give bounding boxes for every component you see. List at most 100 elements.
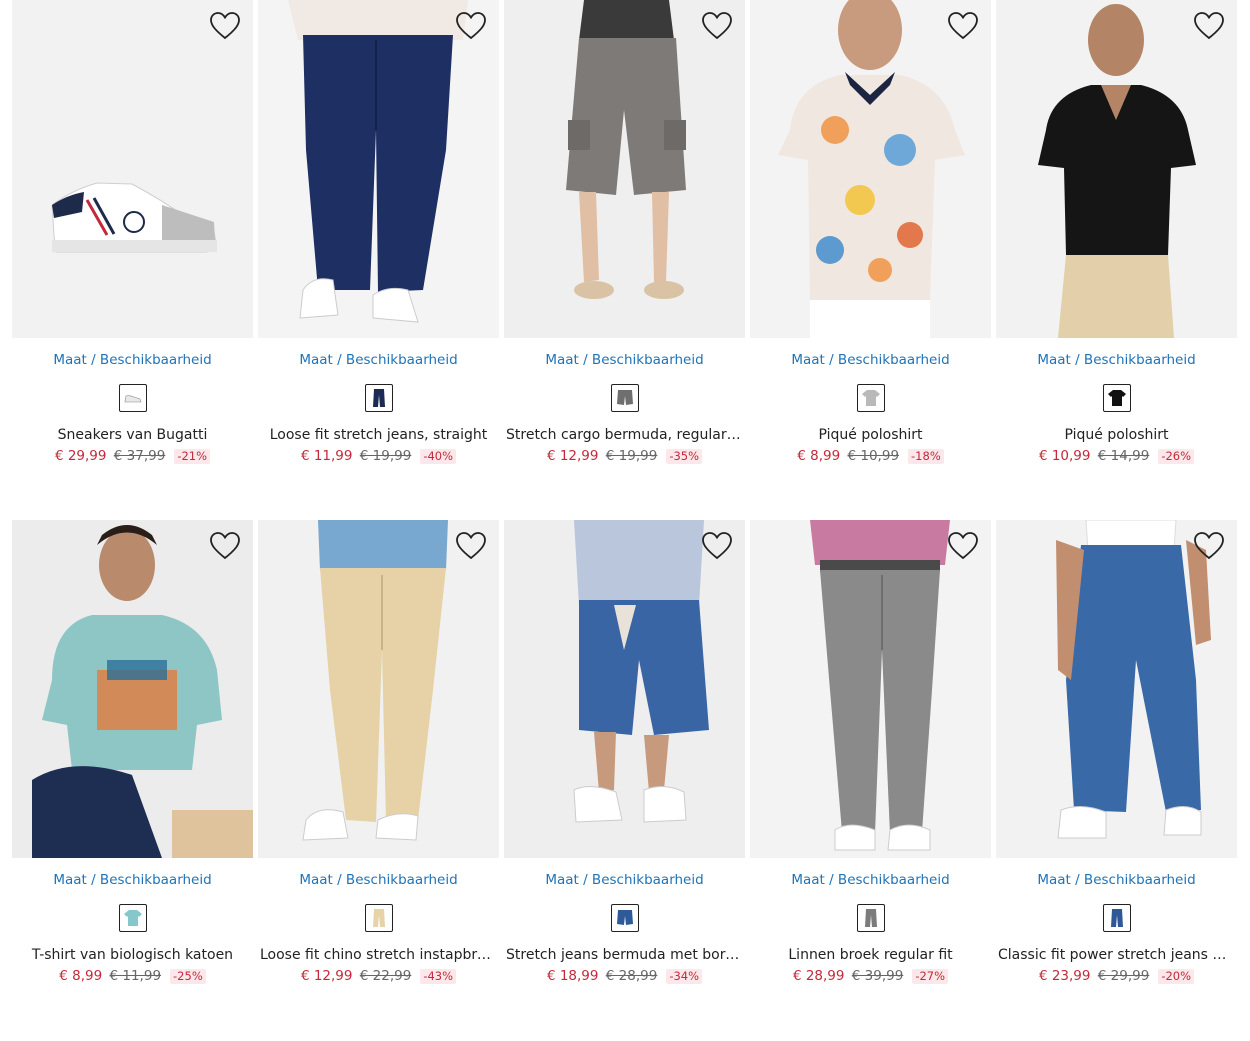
color-swatch[interactable] xyxy=(118,904,147,932)
size-availability-link[interactable]: Maat / Beschikbaarheid xyxy=(258,870,499,890)
product-image-sneakers[interactable] xyxy=(12,0,253,338)
product-name[interactable]: Loose fit chino stretch instapbroek… xyxy=(258,946,499,964)
price-row: € 29,99 € 37,99 -21% xyxy=(12,447,253,465)
favorite-heart-icon[interactable] xyxy=(1191,528,1227,564)
favorite-heart-icon[interactable] xyxy=(699,528,735,564)
pants-swatch-icon xyxy=(864,909,877,927)
discount-badge: -20% xyxy=(1158,969,1195,984)
price-row: € 12,99 € 22,99 -43% xyxy=(258,967,499,985)
discount-badge: -43% xyxy=(420,969,457,984)
product-name[interactable]: Stretch jeans bermuda met borduu… xyxy=(504,946,745,964)
color-swatch[interactable] xyxy=(118,384,147,412)
size-availability-link[interactable]: Maat / Beschikbaarheid xyxy=(504,870,745,890)
product-image-chino[interactable] xyxy=(258,520,499,858)
shorts-swatch-icon xyxy=(616,910,633,925)
product-image-floral-polo[interactable] xyxy=(750,0,991,338)
sale-price: € 29,99 xyxy=(54,448,107,464)
product-image-cargo-bermuda[interactable] xyxy=(504,0,745,338)
color-swatch[interactable] xyxy=(856,904,885,932)
discount-badge: -40% xyxy=(420,449,457,464)
product-card[interactable]: Maat / Beschikbaarheid Piqué poloshirt €… xyxy=(996,0,1237,520)
sale-price: € 8,99 xyxy=(59,968,103,984)
size-availability-link[interactable]: Maat / Beschikbaarheid xyxy=(258,350,499,370)
product-name[interactable]: Sneakers van Bugatti xyxy=(12,426,253,444)
product-card[interactable]: Maat / Beschikbaarheid Loose fit chino s… xyxy=(258,520,499,1040)
product-image-classic-jeans[interactable] xyxy=(996,520,1237,858)
sale-price: € 18,99 xyxy=(546,968,599,984)
price-row: € 28,99 € 39,99 -27% xyxy=(750,967,991,985)
product-image-jeans-bermuda[interactable] xyxy=(504,520,745,858)
favorite-heart-icon[interactable] xyxy=(207,528,243,564)
favorite-heart-icon[interactable] xyxy=(207,8,243,44)
product-image-tshirt[interactable] xyxy=(12,520,253,858)
color-swatch[interactable] xyxy=(364,904,393,932)
favorite-heart-icon[interactable] xyxy=(1191,8,1227,44)
color-swatch[interactable] xyxy=(610,384,639,412)
color-swatch[interactable] xyxy=(610,904,639,932)
product-card[interactable]: Maat / Beschikbaarheid Stretch cargo ber… xyxy=(504,0,745,520)
product-image-linen-trousers[interactable] xyxy=(750,520,991,858)
sale-price: € 12,99 xyxy=(546,448,599,464)
product-name[interactable]: Piqué poloshirt xyxy=(996,426,1237,444)
product-card[interactable]: Maat / Beschikbaarheid Linnen broek regu… xyxy=(750,520,991,1040)
product-name[interactable]: Classic fit power stretch jeans met … xyxy=(996,946,1237,964)
product-card[interactable]: Maat / Beschikbaarheid Classic fit power… xyxy=(996,520,1237,1040)
shirt-swatch-icon xyxy=(123,910,142,926)
discount-badge: -27% xyxy=(912,969,949,984)
original-price: € 39,99 xyxy=(851,968,904,984)
price-row: € 23,99 € 29,99 -20% xyxy=(996,967,1237,985)
product-card[interactable]: Maat / Beschikbaarheid Loose fit stretch… xyxy=(258,0,499,520)
original-price: € 19,99 xyxy=(359,448,412,464)
discount-badge: -35% xyxy=(666,449,703,464)
price-row: € 10,99 € 14,99 -26% xyxy=(996,447,1237,465)
size-availability-link[interactable]: Maat / Beschikbaarheid xyxy=(750,350,991,370)
original-price: € 29,99 xyxy=(1097,968,1150,984)
product-image-jeans[interactable] xyxy=(258,0,499,338)
sneaker-swatch-icon xyxy=(121,387,144,409)
shirt-swatch-icon xyxy=(1107,390,1126,406)
product-name[interactable]: T-shirt van biologisch katoen xyxy=(12,946,253,964)
favorite-heart-icon[interactable] xyxy=(945,528,981,564)
original-price: € 19,99 xyxy=(605,448,658,464)
favorite-heart-icon[interactable] xyxy=(453,8,489,44)
product-card[interactable]: Maat / Beschikbaarheid Piqué poloshirt €… xyxy=(750,0,991,520)
size-availability-link[interactable]: Maat / Beschikbaarheid xyxy=(996,350,1237,370)
favorite-heart-icon[interactable] xyxy=(453,528,489,564)
size-availability-link[interactable]: Maat / Beschikbaarheid xyxy=(504,350,745,370)
product-name[interactable]: Linnen broek regular fit xyxy=(750,946,991,964)
color-swatch[interactable] xyxy=(1102,384,1131,412)
size-availability-link[interactable]: Maat / Beschikbaarheid xyxy=(12,870,253,890)
pants-swatch-icon xyxy=(372,909,385,927)
original-price: € 14,99 xyxy=(1097,448,1150,464)
original-price: € 28,99 xyxy=(605,968,658,984)
product-name[interactable]: Stretch cargo bermuda, regular fit xyxy=(504,426,745,444)
original-price: € 11,99 xyxy=(109,968,162,984)
discount-badge: -18% xyxy=(908,449,944,464)
product-name[interactable]: Piqué poloshirt xyxy=(750,426,991,444)
size-availability-link[interactable]: Maat / Beschikbaarheid xyxy=(750,870,991,890)
product-card[interactable]: Maat / Beschikbaarheid Sneakers van Buga… xyxy=(12,0,253,520)
favorite-heart-icon[interactable] xyxy=(699,8,735,44)
color-swatch[interactable] xyxy=(1102,904,1131,932)
price-row: € 8,99 € 10,99 -18% xyxy=(750,447,991,465)
price-row: € 18,99 € 28,99 -34% xyxy=(504,967,745,985)
product-name[interactable]: Loose fit stretch jeans, straight xyxy=(258,426,499,444)
price-row: € 8,99 € 11,99 -25% xyxy=(12,967,253,985)
discount-badge: -26% xyxy=(1158,449,1195,464)
discount-badge: -21% xyxy=(174,449,211,464)
color-swatch[interactable] xyxy=(856,384,885,412)
size-availability-link[interactable]: Maat / Beschikbaarheid xyxy=(12,350,253,370)
pants-swatch-icon xyxy=(1110,909,1123,927)
sale-price: € 12,99 xyxy=(300,968,353,984)
original-price: € 37,99 xyxy=(113,448,166,464)
product-card[interactable]: Maat / Beschikbaarheid Stretch jeans ber… xyxy=(504,520,745,1040)
favorite-heart-icon[interactable] xyxy=(945,8,981,44)
price-row: € 11,99 € 19,99 -40% xyxy=(258,447,499,465)
product-card[interactable]: Maat / Beschikbaarheid T-shirt van biolo… xyxy=(12,520,253,1040)
product-image-black-polo[interactable] xyxy=(996,0,1237,338)
shorts-swatch-icon xyxy=(616,390,633,405)
color-swatch[interactable] xyxy=(364,384,393,412)
sale-price: € 23,99 xyxy=(1038,968,1091,984)
size-availability-link[interactable]: Maat / Beschikbaarheid xyxy=(996,870,1237,890)
sale-price: € 8,99 xyxy=(797,448,841,464)
